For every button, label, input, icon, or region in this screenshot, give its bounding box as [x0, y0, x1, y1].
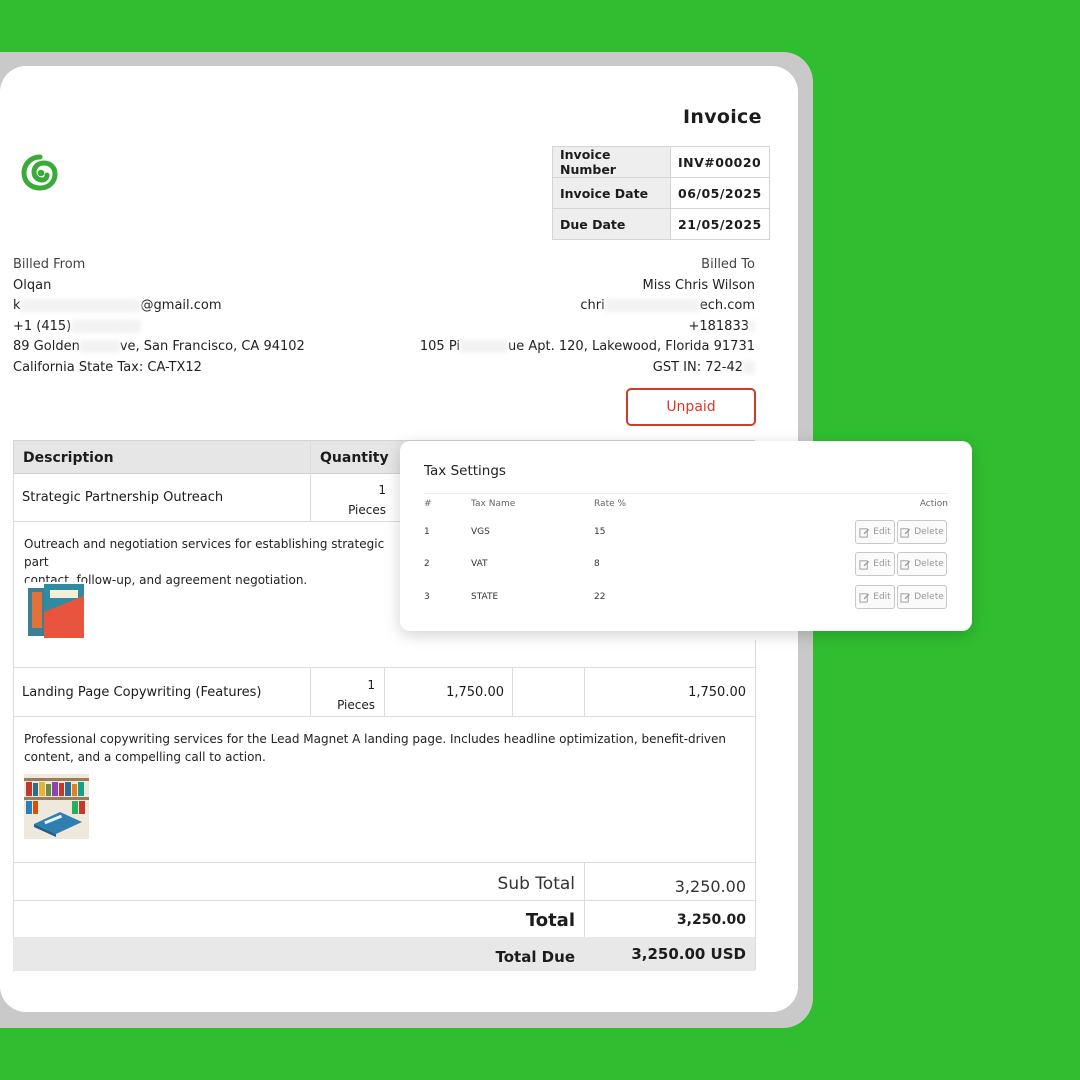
billed-from: Billed From Olqan k @gmail.com +1 (415) 8…	[13, 255, 305, 378]
subtotal-value: 3,250.00	[674, 877, 746, 896]
column-quantity: Quantity	[320, 450, 389, 466]
billed-from-caption: Billed From	[13, 257, 86, 272]
divider	[13, 900, 755, 901]
billed-from-address: 89 Golden ve, San Francisco, CA 94102	[13, 339, 305, 354]
edit-icon	[900, 527, 911, 538]
tax-rate: 8	[594, 559, 600, 569]
company-logo-icon	[21, 154, 58, 191]
item-price: 1,750.00	[446, 685, 504, 700]
delete-button[interactable]: Delete	[897, 585, 947, 609]
divider	[584, 667, 585, 717]
meta-row-due: Due Date 21/05/2025	[552, 208, 770, 240]
tax-index: 2	[424, 559, 430, 569]
invoice-meta-table: Invoice Number INV#00020 Invoice Date 06…	[552, 146, 770, 240]
delete-button[interactable]: Delete	[897, 552, 947, 576]
edit-icon	[900, 559, 911, 570]
column-index: #	[424, 499, 432, 509]
product-thumbnail	[26, 582, 86, 642]
item-amount: 1,750.00	[688, 685, 746, 700]
billed-from-tax: California State Tax: CA-TX12	[13, 359, 202, 375]
billed-from-email: k @gmail.com	[13, 298, 222, 313]
divider	[310, 472, 311, 521]
tax-settings-modal: Tax Settings # Tax Name Rate % Action 1 …	[400, 441, 972, 631]
tax-name: VGS	[471, 527, 490, 537]
edit-button[interactable]: Edit	[855, 585, 895, 609]
item-description: Outreach and negotiation services for es…	[24, 537, 385, 587]
edit-button[interactable]: Edit	[855, 520, 895, 544]
item-name: Landing Page Copywriting (Features)	[22, 685, 262, 700]
column-tax-name: Tax Name	[471, 499, 516, 509]
column-description: Description	[23, 450, 114, 466]
total-due-value: 3,250.00 USD	[631, 945, 746, 963]
billed-from-name: Olqan	[13, 277, 52, 293]
column-rate: Rate %	[594, 499, 627, 509]
subtotal-label: Sub Total	[497, 874, 575, 894]
meta-label: Due Date	[552, 208, 671, 240]
tax-rate: 22	[594, 592, 606, 602]
item-description: Professional copywriting services for th…	[24, 732, 727, 764]
item-name: Strategic Partnership Outreach	[22, 490, 224, 505]
delete-button[interactable]: Delete	[897, 520, 947, 544]
billed-to: Billed To Miss Chris Wilson chri ech.com …	[420, 255, 755, 378]
meta-value: 06/05/2025	[670, 177, 770, 209]
edit-button[interactable]: Edit	[855, 552, 895, 576]
tax-index: 3	[424, 592, 430, 602]
billed-to-caption: Billed To	[701, 257, 755, 272]
tax-name: VAT	[471, 559, 488, 569]
edit-icon	[859, 592, 870, 603]
total-value: 3,250.00	[676, 912, 746, 928]
divider	[13, 862, 755, 863]
billed-to-name: Miss Chris Wilson	[642, 277, 755, 293]
divider	[13, 521, 400, 522]
meta-row-date: Invoice Date 06/05/2025	[552, 177, 770, 209]
total-due-label: Total Due	[495, 948, 575, 966]
meta-label: Invoice Date	[552, 177, 671, 209]
billed-to-address: 105 Pi ue Apt. 120, Lakewood, Florida 917…	[419, 339, 755, 354]
billed-to-tax: GST IN: 72-42	[420, 358, 755, 379]
item-quantity: 1 Pieces	[337, 678, 375, 712]
product-thumbnail	[24, 774, 89, 839]
edit-icon	[859, 527, 870, 538]
divider	[310, 667, 311, 717]
tax-rate: 15	[594, 527, 606, 537]
status-badge[interactable]: Unpaid	[626, 388, 756, 426]
modal-title: Tax Settings	[424, 463, 506, 479]
divider	[310, 440, 311, 472]
invoice-title: Invoice	[683, 106, 762, 128]
meta-label: Invoice Number	[552, 146, 671, 178]
tax-index: 1	[424, 527, 430, 537]
divider	[424, 493, 948, 494]
total-label: Total	[525, 910, 575, 931]
divider	[512, 667, 513, 717]
meta-row-number: Invoice Number INV#00020	[552, 146, 770, 178]
edit-icon	[859, 559, 870, 570]
divider	[384, 667, 385, 717]
tax-name: STATE	[471, 592, 499, 602]
column-action: Action	[919, 499, 948, 509]
divider	[755, 640, 756, 970]
billed-to-email: chri ech.com	[580, 298, 755, 313]
item-quantity: 1 Pieces	[348, 483, 386, 517]
divider	[13, 716, 755, 717]
edit-icon	[900, 592, 911, 603]
divider	[13, 472, 14, 972]
meta-value: 21/05/2025	[670, 208, 770, 240]
billed-to-phone: +181833	[420, 317, 755, 338]
billed-from-phone: +1 (415)	[13, 317, 305, 338]
meta-value: INV#00020	[670, 146, 770, 178]
